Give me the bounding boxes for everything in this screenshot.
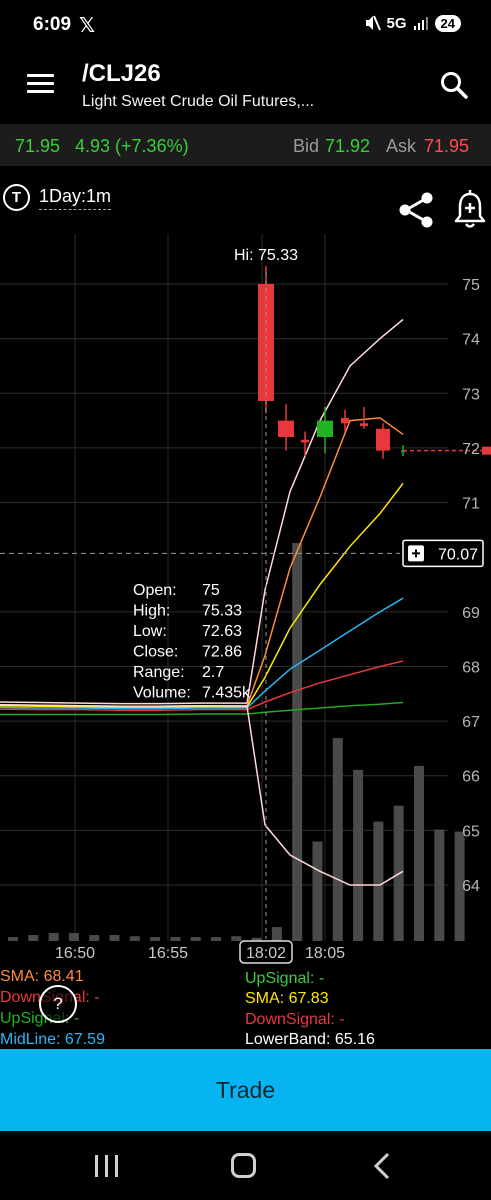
trade-mode-icon[interactable]: T <box>3 184 30 211</box>
candle-body <box>341 417 349 424</box>
tooltip-value: 72.86 <box>202 644 242 661</box>
x-axis-label: 16:50 <box>55 945 95 962</box>
search-icon[interactable] <box>439 70 469 100</box>
legend-right-sma: SMA: 67.83 <box>245 990 329 1007</box>
volume-bar <box>170 937 181 941</box>
volume-bar <box>231 936 242 941</box>
app-header: /CLJ26 Light Sweet Crude Oil Futures,... <box>0 52 491 124</box>
status-time: 6:09 <box>33 14 72 35</box>
volume-bar <box>414 765 424 941</box>
y-axis-label: 72 <box>462 441 480 458</box>
network-label: 5G <box>386 14 407 32</box>
bid-label: Bid <box>293 136 320 156</box>
y-axis-label: 73 <box>462 386 480 403</box>
volume-bar <box>150 937 161 941</box>
last-price: 71.95 <box>15 136 61 156</box>
ask-label: Ask <box>386 136 417 156</box>
volume-bar <box>89 935 100 941</box>
tooltip-value: 75 <box>202 582 220 599</box>
last-price-marker <box>482 446 491 455</box>
alert-bell-icon[interactable] <box>451 189 489 231</box>
system-nav-bar <box>0 1131 491 1200</box>
volume-bar <box>109 935 120 941</box>
candle-body <box>376 428 390 451</box>
y-axis-label: 64 <box>462 878 480 895</box>
home-icon[interactable] <box>231 1153 256 1178</box>
back-icon[interactable] <box>370 1151 394 1181</box>
tooltip-label: Low: <box>133 623 167 640</box>
hi-label: Hi: 75.33 <box>234 247 298 264</box>
tooltip-value: 2.7 <box>202 664 224 681</box>
y-axis-label: 69 <box>462 605 480 622</box>
tooltip-value: 72.63 <box>202 623 242 640</box>
volume-bar <box>332 738 343 941</box>
tooltip-value: 7.435k <box>202 685 251 702</box>
ask-price: 71.95 <box>424 136 470 156</box>
candle-body <box>258 284 274 401</box>
y-axis-label: 74 <box>462 332 480 349</box>
crosshair-price-label: 70.07 <box>438 546 478 563</box>
volume-bar <box>129 936 140 941</box>
volume-bar <box>48 933 59 941</box>
help-icon[interactable]: ? <box>39 985 77 1023</box>
tooltip-label: High: <box>133 603 170 620</box>
candle-body <box>301 439 309 443</box>
menu-icon[interactable] <box>27 74 54 94</box>
tooltip-label: Close: <box>133 644 178 661</box>
y-axis-label: 67 <box>462 714 480 731</box>
interval-selector[interactable]: 1Day:1m <box>39 186 112 210</box>
legend-right-lowerband: LowerBand: 65.16 <box>245 1031 375 1048</box>
tooltip-label: Range: <box>133 664 185 681</box>
x-axis-label: 18:05 <box>305 945 345 962</box>
bid-price: 71.92 <box>325 136 371 156</box>
x-app-icon: 𝕏 <box>79 15 96 37</box>
volume-bar <box>434 829 445 941</box>
legend-left-midline: MidLine: 67.59 <box>0 1031 105 1048</box>
y-axis-label: 68 <box>462 659 480 676</box>
legend-right-upsignal: UpSignal: - <box>245 970 325 987</box>
y-axis-label: 75 <box>462 277 480 294</box>
price-chart[interactable]: Hi: 75.33 70.07 75 74 73 72 71 69 68 67 66 65 64 16… <box>0 234 491 965</box>
x-axis-label: 18:02 <box>246 945 286 962</box>
volume-bar <box>68 933 79 941</box>
quote-bar: 71.95 4.93 (+7.36%) Bid 71.92 Ask 71.95 <box>0 124 491 166</box>
net-change: 4.93 (+7.36%) <box>75 136 189 156</box>
volume-bar <box>8 937 18 941</box>
battery-badge: 24 <box>434 14 461 32</box>
y-axis-label: 66 <box>462 769 480 786</box>
volume-bar <box>28 935 39 941</box>
legend-right-downsignal: DownSignal: - <box>245 1011 345 1028</box>
status-bar: 6:09 𝕏 5G 24 <box>0 0 491 52</box>
share-icon[interactable] <box>396 190 436 230</box>
volume-bar <box>190 937 201 941</box>
volume-bar <box>292 543 303 941</box>
volume-bar <box>271 927 282 941</box>
recents-icon[interactable] <box>95 1155 119 1177</box>
y-axis-label: 65 <box>462 823 480 840</box>
candle-body <box>278 420 294 437</box>
signal-icon <box>413 17 428 30</box>
mute-icon <box>365 15 381 31</box>
symbol-title: /CLJ26 <box>82 60 161 87</box>
tooltip-label: Volume: <box>133 685 191 702</box>
x-axis-label: 16:55 <box>148 945 188 962</box>
symbol-subtitle: Light Sweet Crude Oil Futures,... <box>82 93 315 110</box>
volume-bar <box>312 841 323 941</box>
volume-bar <box>373 821 384 941</box>
legend-left-sma: SMA: 68.41 <box>0 968 84 985</box>
candle-body <box>317 420 333 437</box>
candle-body <box>360 423 368 427</box>
tooltip-label: Open: <box>133 582 177 599</box>
volume-bar <box>353 769 364 941</box>
y-axis-label: 71 <box>462 496 480 513</box>
status-indicators: 5G 24 <box>363 14 461 32</box>
chart-toolbar: T 1Day:1m <box>0 166 491 234</box>
trade-button[interactable]: Trade <box>0 1049 491 1131</box>
volume-bar <box>211 937 221 941</box>
tooltip-value: 75.33 <box>202 603 242 620</box>
